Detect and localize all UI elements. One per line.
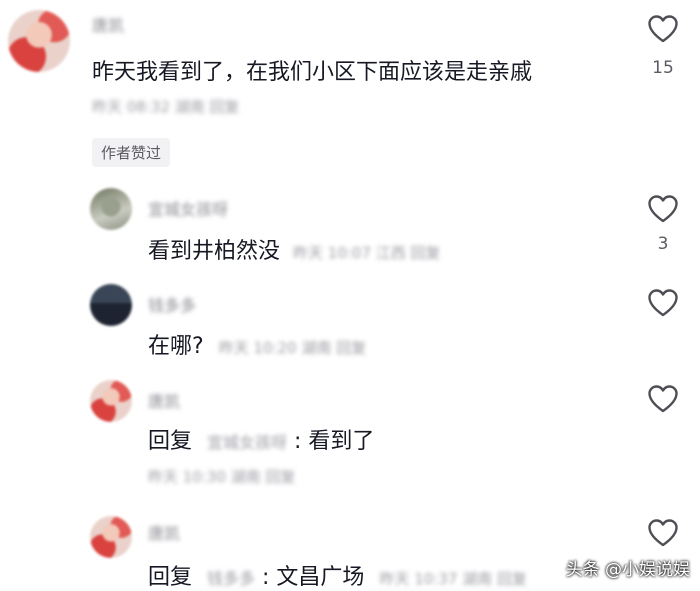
like-button[interactable] [646, 288, 680, 318]
reply-prefix: 回复 [148, 429, 193, 454]
like-count: 3 [657, 234, 669, 254]
comment-meta: 昨天 10:37 湖南 回复 [379, 570, 527, 588]
reply-to-username[interactable]: 宜城女孩呀 [207, 433, 287, 452]
username[interactable]: 钱多多 [148, 292, 196, 316]
username[interactable]: 唐凯 [148, 388, 180, 412]
like-button[interactable] [646, 14, 680, 44]
comment-text: 回复 钱多多 : 文昌广场 昨天 10:37 湖南 回复 [148, 559, 527, 591]
watermark: 头条 @小娱说娱 [565, 560, 690, 580]
comment-text: 在哪? 昨天 10:20 湖南 回复 [148, 328, 366, 360]
username[interactable]: 唐凯 [92, 12, 124, 36]
reply-item: 宜城女孩呀 看到井柏然没 昨天 10:07 江西 回复 3 [0, 180, 700, 280]
username[interactable]: 唐凯 [148, 520, 180, 544]
heart-outline-icon [648, 519, 678, 547]
reply-text[interactable]: : 看到了 [294, 429, 374, 454]
reply-to-username[interactable]: 钱多多 [207, 569, 255, 588]
heart-outline-icon [648, 15, 678, 43]
comment-text[interactable]: 昨天我看到了，在我们小区下面应该是走亲戚 [92, 54, 532, 86]
like-button[interactable] [646, 384, 680, 414]
avatar[interactable] [90, 284, 132, 326]
heart-outline-icon [648, 385, 678, 413]
reply-text[interactable]: : 文昌广场 [262, 565, 364, 590]
like-count: 15 [652, 58, 674, 78]
heart-outline-icon [648, 289, 678, 317]
avatar[interactable] [90, 516, 132, 558]
comment-text: 回复 宜城女孩呀 : 看到了 [148, 423, 374, 455]
comment-meta: 昨天 10:20 湖南 回复 [218, 339, 367, 357]
username[interactable]: 宜城女孩呀 [148, 196, 228, 220]
reply-text[interactable]: 在哪? [148, 334, 204, 359]
author-liked-badge: 作者赞过 [92, 138, 171, 167]
reply-text[interactable]: 看到井柏然没 [148, 239, 280, 264]
reply-prefix: 回复 [148, 565, 193, 590]
comment-meta: 昨天 10:07 江西 回复 [293, 244, 441, 262]
comment-meta: 昨天 10:30 湖南 回复 [148, 468, 296, 486]
avatar[interactable] [8, 10, 70, 72]
comment-item: 唐凯 昨天我看到了，在我们小区下面应该是走亲戚 昨天 08:32 湖南 回复 作… [0, 0, 700, 170]
comment-text: 看到井柏然没 昨天 10:07 江西 回复 [148, 233, 441, 265]
reply-item: 唐凯 回复 宜城女孩呀 : 看到了 昨天 10:30 湖南 回复 [0, 374, 700, 504]
comment-meta: 昨天 08:32 湖南 回复 [92, 98, 240, 116]
heart-outline-icon [648, 195, 678, 223]
like-button[interactable] [646, 194, 680, 224]
avatar[interactable] [90, 188, 132, 230]
like-button[interactable] [646, 518, 680, 548]
avatar[interactable] [90, 380, 132, 422]
reply-item: 钱多多 在哪? 昨天 10:20 湖南 回复 [0, 278, 700, 378]
